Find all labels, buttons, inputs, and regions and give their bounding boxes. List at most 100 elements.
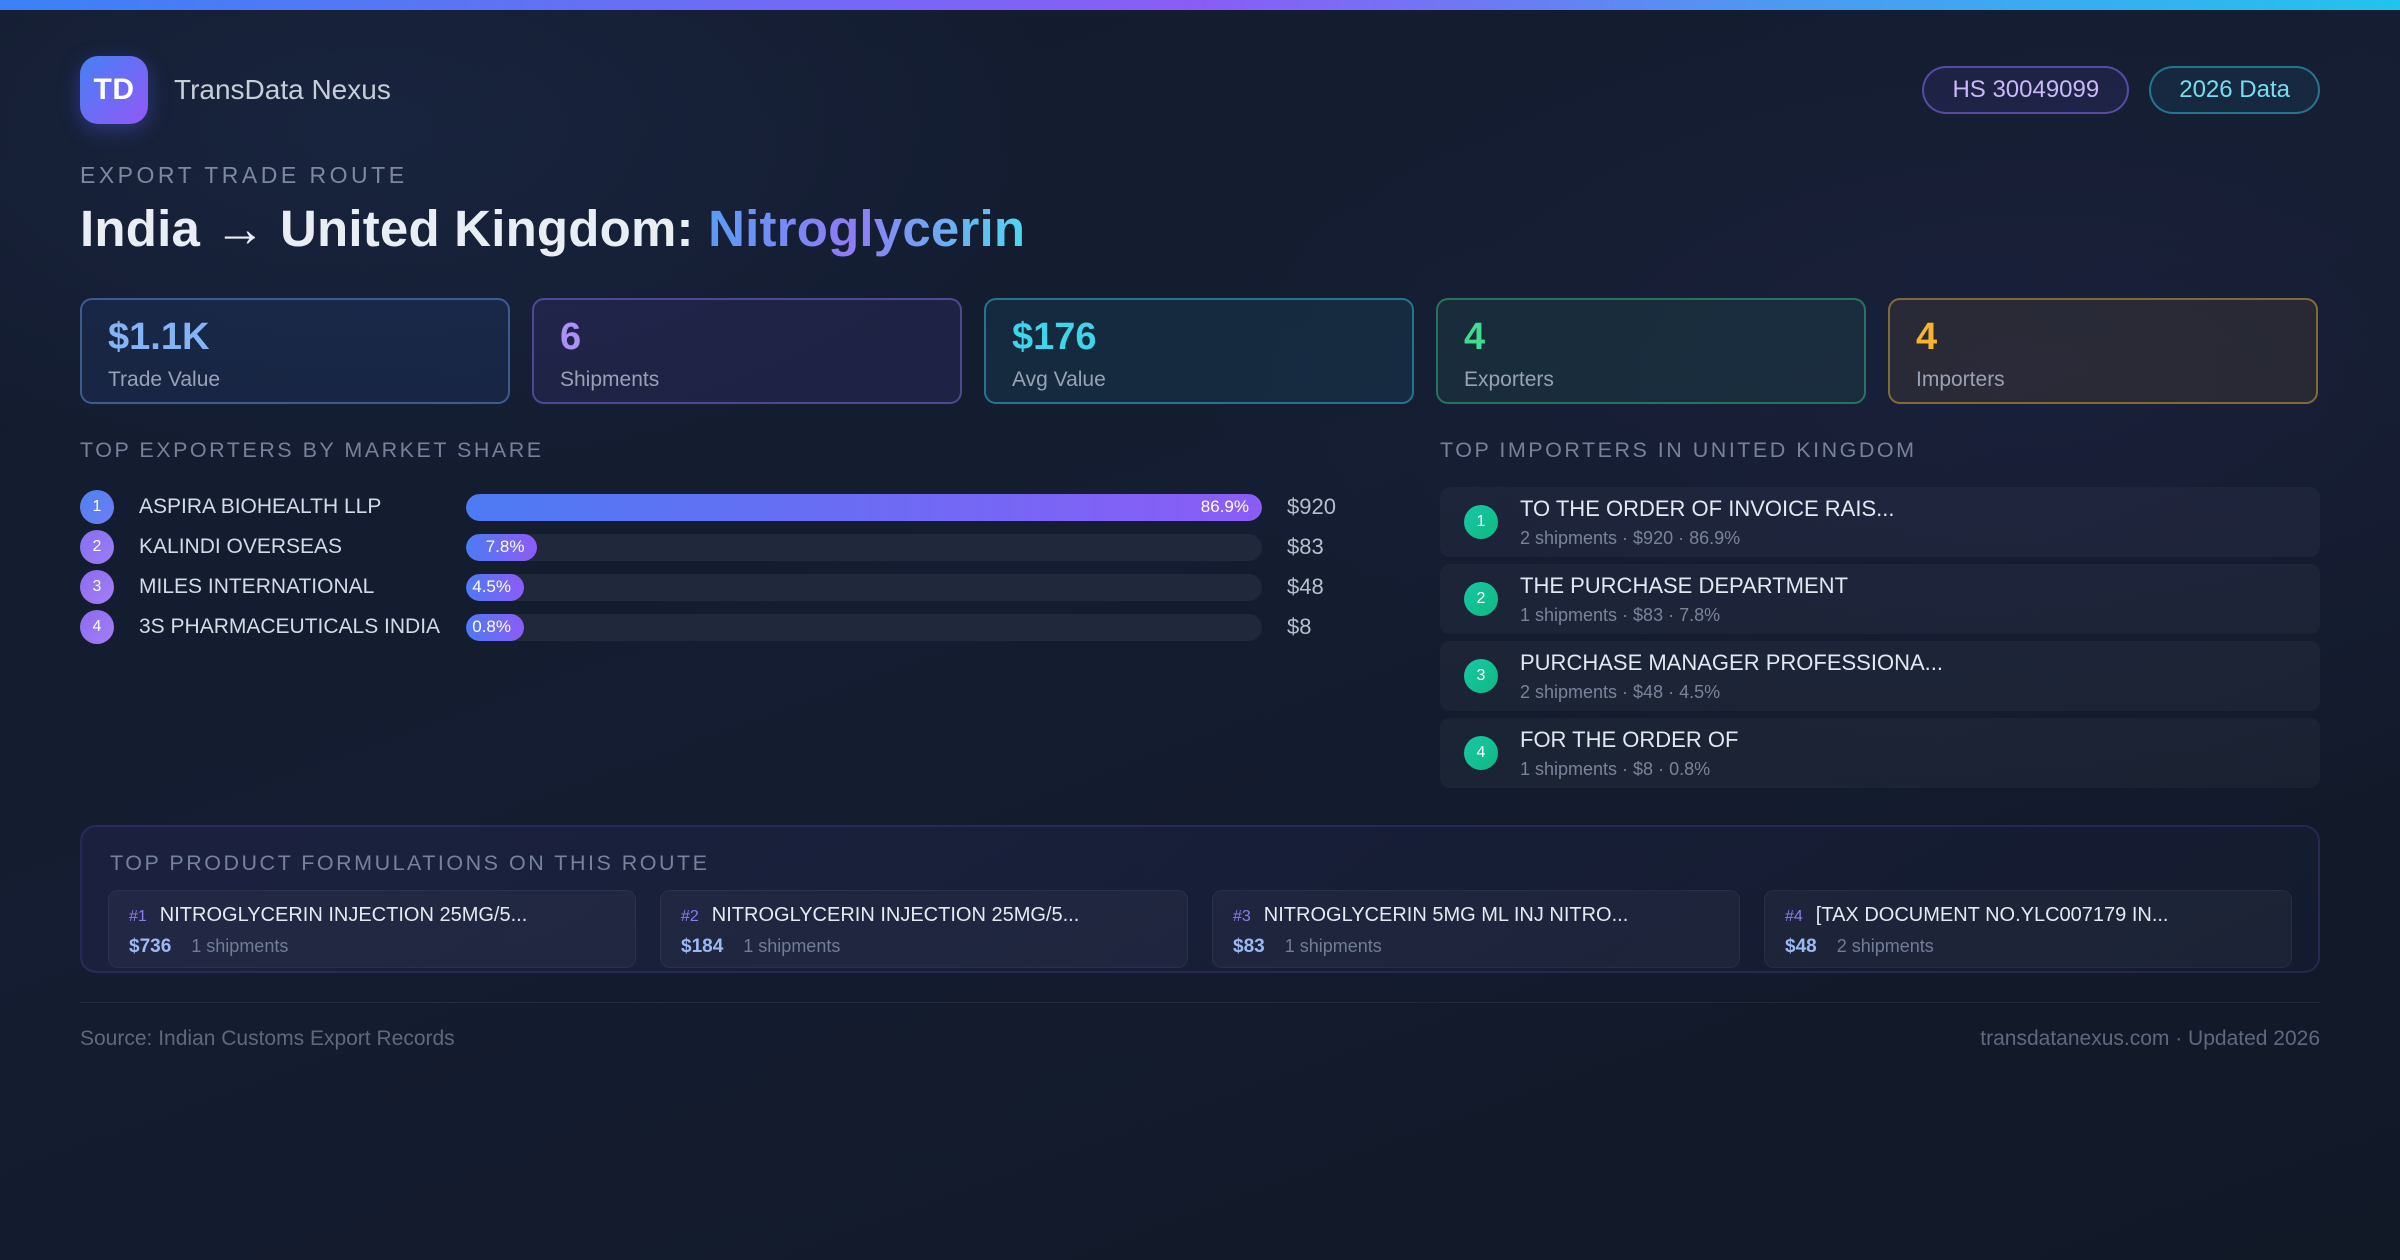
top-accent-bar [0, 0, 2400, 10]
exporter-trade-value: $48 [1287, 574, 1324, 599]
stat-value: $1.1K [108, 316, 210, 358]
exporter-name: MILES INTERNATIONAL [139, 575, 375, 598]
market-share-bar-track: 7.8% [466, 533, 1262, 561]
importer-meta: 2 shipments · $920 · 86.9% [1520, 527, 1741, 548]
exporter-name: ASPIRA BIOHEALTH LLP [139, 495, 382, 518]
footer-site-link[interactable]: transdatanexus.com · Updated 2026 [1980, 1027, 2320, 1051]
stat-label: Importers [1916, 368, 2005, 391]
exporter-row[interactable]: 2 KALINDI OVERSEAS 7.8% $83 [80, 527, 1380, 567]
formulation-card[interactable]: #2 NITROGLYCERIN INJECTION 25MG/5... $18… [660, 890, 1188, 968]
formulation-shipments: 2 shipments [1836, 936, 1934, 956]
header: TD TransData Nexus HS 30049099 2026 Data [80, 56, 2320, 124]
importer-rank-badge: 1 [1464, 505, 1498, 539]
exporters-section: TOP EXPORTERS BY MARKET SHARE 1 ASPIRA B… [80, 438, 1380, 795]
stat-card: $176 Avg Value [984, 298, 1414, 404]
formulation-title-row: #3 NITROGLYCERIN 5MG ML INJ NITRO... [1233, 904, 1719, 927]
stat-card: 6 Shipments [532, 298, 962, 404]
formulation-shipments: 1 shipments [743, 936, 841, 956]
formulation-card[interactable]: #1 NITROGLYCERIN INJECTION 25MG/5... $73… [108, 890, 636, 968]
formulation-title-row: #4 [TAX DOCUMENT NO.YLC007179 IN... [1785, 904, 2271, 927]
formulation-value: $48 [1785, 936, 1817, 957]
exporters-heading: TOP EXPORTERS BY MARKET SHARE [80, 438, 544, 462]
stats-row: $1.1K Trade Value 6 Shipments $176 Avg V… [80, 298, 2320, 404]
stat-card: $1.1K Trade Value [80, 298, 510, 404]
eyebrow-label: EXPORT TRADE ROUTE [80, 162, 408, 188]
exporter-trade-value: $83 [1287, 534, 1324, 559]
importer-info: THE PURCHASE DEPARTMENT 1 shipments · $8… [1520, 573, 1848, 626]
stat-label: Shipments [560, 368, 660, 391]
exporter-row[interactable]: 4 3S PHARMACEUTICALS INDIA P... 0.8% $8 [80, 607, 1380, 647]
formulation-card[interactable]: #4 [TAX DOCUMENT NO.YLC007179 IN... $48 … [1764, 890, 2292, 968]
formulation-name: NITROGLYCERIN INJECTION 25MG/5... [711, 904, 1080, 926]
stat-value: 4 [1464, 316, 1486, 358]
market-share-percent: 4.5% [472, 577, 511, 596]
year-data-badge[interactable]: 2026 Data [2149, 66, 2320, 114]
stat-label: Exporters [1464, 368, 1554, 391]
two-column-section: TOP EXPORTERS BY MARKET SHARE 1 ASPIRA B… [80, 438, 2320, 795]
page-title-route: India → United Kingdom: [80, 200, 709, 257]
brand-logo[interactable]: TD [80, 56, 148, 124]
importers-heading: TOP IMPORTERS IN UNITED KINGDOM [1440, 438, 1917, 462]
app-name: TransData Nexus [174, 74, 391, 105]
exporter-row[interactable]: 1 ASPIRA BIOHEALTH LLP 86.9% $920 [80, 487, 1380, 527]
formulation-value: $736 [129, 936, 172, 957]
header-badges: HS 30049099 2026 Data [1922, 66, 2320, 114]
exporter-rank-badge: 1 [80, 490, 114, 524]
importer-card[interactable]: 3 PURCHASE MANAGER PROFESSIONA... 2 ship… [1440, 641, 2320, 711]
formulations-heading: TOP PRODUCT FORMULATIONS ON THIS ROUTE [110, 851, 710, 875]
importer-card[interactable]: 2 THE PURCHASE DEPARTMENT 1 shipments · … [1440, 564, 2320, 634]
formulations-panel: TOP PRODUCT FORMULATIONS ON THIS ROUTE #… [80, 825, 2320, 973]
market-share-bar-fill: 7.8% [466, 533, 538, 561]
formulation-name: [TAX DOCUMENT NO.YLC007179 IN... [1815, 904, 2169, 926]
page-title: India → United Kingdom: Nitroglycerin [80, 199, 2320, 258]
formulation-rank: #4 [1785, 908, 1803, 925]
formulation-name: NITROGLYCERIN INJECTION 25MG/5... [159, 904, 528, 926]
importer-meta: 1 shipments · $8 · 0.8% [1520, 758, 1711, 779]
exporter-rank-badge: 4 [80, 610, 114, 644]
importer-info: PURCHASE MANAGER PROFESSIONA... 2 shipme… [1520, 650, 1943, 703]
formulation-title-row: #2 NITROGLYCERIN INJECTION 25MG/5... [681, 904, 1167, 927]
formulation-rank: #1 [129, 908, 147, 925]
market-share-percent: 0.8% [472, 617, 511, 636]
importers-list: 1 TO THE ORDER OF INVOICE RAIS... 2 ship… [1440, 487, 2320, 788]
formulation-title-row: #1 NITROGLYCERIN INJECTION 25MG/5... [129, 904, 615, 927]
market-share-bar-track: 0.8% [466, 613, 1262, 641]
stat-label: Trade Value [108, 368, 221, 391]
footer: Source: Indian Customs Export Records tr… [80, 1002, 2320, 1051]
formulation-stats-row: $736 1 shipments [129, 936, 615, 958]
importer-name: PURCHASE MANAGER PROFESSIONA... [1520, 649, 1943, 675]
formulation-shipments: 1 shipments [191, 936, 289, 956]
formulation-value: $184 [681, 936, 724, 957]
market-share-percent: 7.8% [485, 537, 525, 556]
stat-card: 4 Importers [1888, 298, 2318, 404]
exporter-row[interactable]: 3 MILES INTERNATIONAL 4.5% $48 [80, 567, 1380, 607]
market-share-bar-fill: 0.8% [466, 613, 524, 641]
formulation-card[interactable]: #3 NITROGLYCERIN 5MG ML INJ NITRO... $83… [1212, 890, 1740, 968]
formulation-rank: #2 [681, 908, 699, 925]
market-share-percent: 86.9% [1200, 497, 1249, 516]
importers-section: TOP IMPORTERS IN UNITED KINGDOM 1 TO THE… [1440, 438, 2320, 795]
stat-label: Avg Value [1012, 368, 1106, 391]
importer-meta: 2 shipments · $48 · 4.5% [1520, 681, 1721, 702]
exporter-trade-value: $920 [1287, 494, 1336, 519]
formulation-value: $83 [1233, 936, 1265, 957]
stat-value: 4 [1916, 316, 1938, 358]
market-share-bar-fill: 4.5% [466, 573, 524, 601]
importer-card[interactable]: 4 FOR THE ORDER OF 1 shipments · $8 · 0.… [1440, 718, 2320, 788]
market-share-bar-track: 86.9% [466, 493, 1262, 521]
exporters-list: 1 ASPIRA BIOHEALTH LLP 86.9% $920 2 KALI… [80, 487, 1380, 647]
importer-card[interactable]: 1 TO THE ORDER OF INVOICE RAIS... 2 ship… [1440, 487, 2320, 557]
hs-code-badge[interactable]: HS 30049099 [1922, 66, 2130, 114]
exporter-rank-badge: 2 [80, 530, 114, 564]
market-share-bar-fill: 86.9% [466, 493, 1262, 521]
importer-name: TO THE ORDER OF INVOICE RAIS... [1520, 495, 1895, 521]
importer-rank-badge: 2 [1464, 582, 1498, 616]
exporter-rank-badge: 3 [80, 570, 114, 604]
market-share-bar-track: 4.5% [466, 573, 1262, 601]
importer-meta: 1 shipments · $83 · 7.8% [1520, 604, 1721, 625]
content-container: TD TransData Nexus HS 30049099 2026 Data… [0, 56, 2400, 1051]
formulation-rank: #3 [1233, 908, 1251, 925]
exporter-name: 3S PHARMACEUTICALS INDIA P... [139, 615, 441, 638]
formulations-list: #1 NITROGLYCERIN INJECTION 25MG/5... $73… [108, 890, 2292, 968]
stat-value: 6 [560, 316, 582, 358]
